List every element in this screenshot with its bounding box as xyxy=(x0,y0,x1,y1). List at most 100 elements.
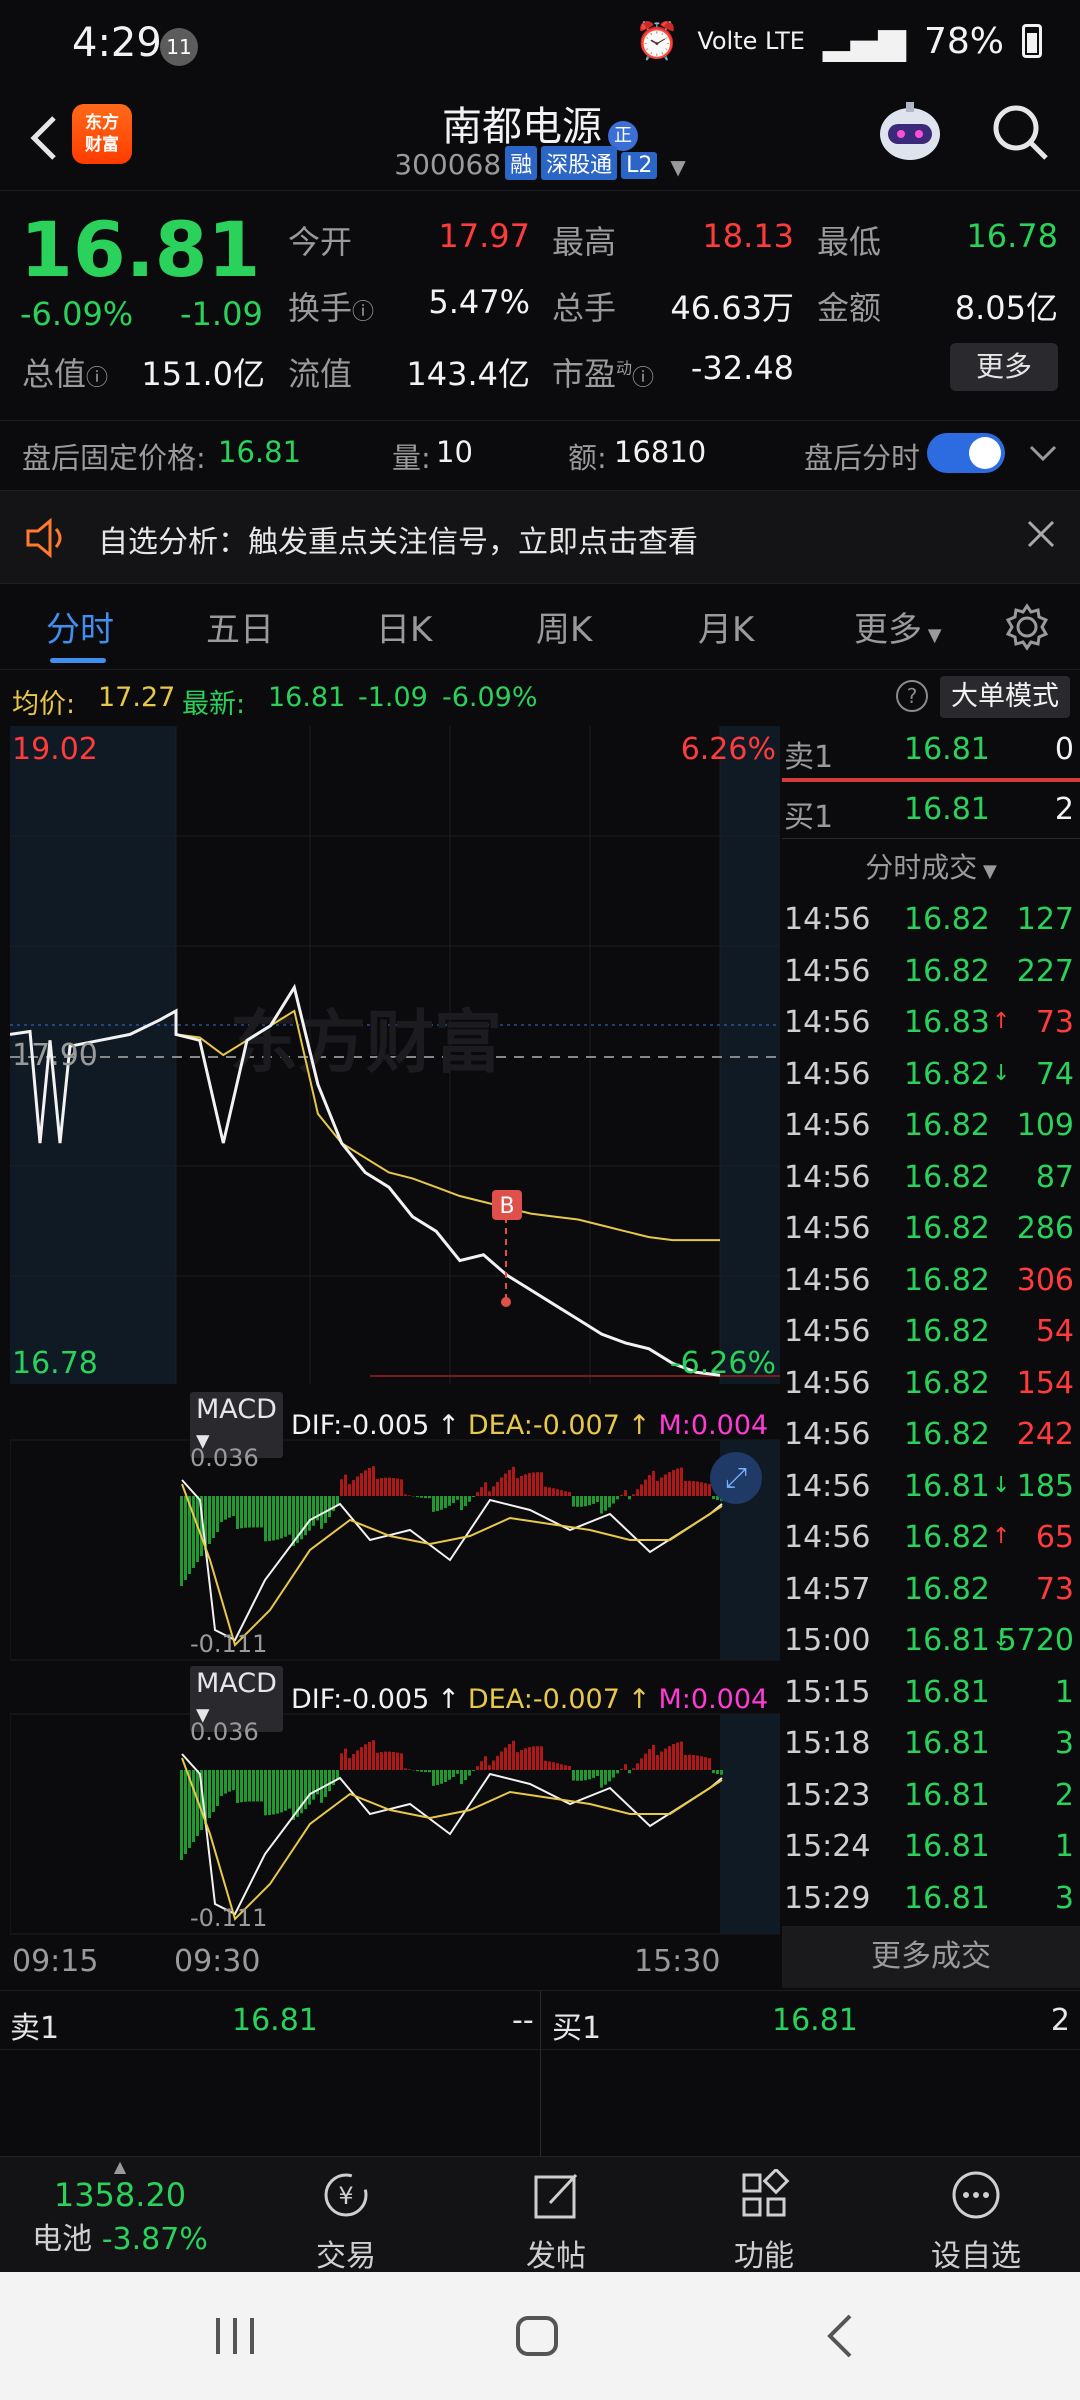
big-order-mode-button[interactable]: 大单模式 xyxy=(940,676,1070,718)
trade-row: 15:29 16.81 3 xyxy=(782,1875,1080,1927)
tab-monthly-k[interactable]: 月K xyxy=(698,602,754,651)
latest-pct: -6.09% xyxy=(442,682,538,713)
trade-time: 15:23 xyxy=(784,1777,871,1813)
trade-row: 14:56 16.82 ↑ 65 xyxy=(782,1514,1080,1566)
search-icon[interactable] xyxy=(988,100,1052,164)
amount-value: 8.05亿 xyxy=(954,289,1058,327)
trade-volume: 2 xyxy=(1054,1777,1074,1813)
signal-icon: ▂▄▆ xyxy=(822,20,906,62)
arrow-up-icon: ↑ xyxy=(627,1409,651,1441)
trade-price: 16.82 xyxy=(904,902,990,937)
x-axis-start: 09:15 xyxy=(12,1944,99,1979)
chart-tabs: 分时 五日 日K 周K 月K 更多 ▼ xyxy=(0,584,1080,670)
trade-volume: 306 xyxy=(1016,1262,1074,1298)
after-hours-label: 盘后固定价格: xyxy=(22,441,206,475)
gear-icon[interactable] xyxy=(1002,602,1052,652)
side-buy1-vol: 2 xyxy=(1054,792,1074,827)
market-cap-label-text: 总值 xyxy=(22,355,87,393)
recent-apps-icon[interactable] xyxy=(210,2314,260,2358)
trade-price: 16.82 xyxy=(904,1571,990,1607)
more-trades-button[interactable]: 更多成交 xyxy=(782,1926,1080,1988)
nav-trade[interactable]: ¥ 交易 xyxy=(276,2169,416,2275)
after-hours-row: 盘后固定价格: 16.81 量: 10 额: 16810 盘后分时 xyxy=(0,420,1080,484)
nav-post[interactable]: 发帖 xyxy=(486,2169,626,2275)
trades-title-text: 分时成交 xyxy=(865,851,978,884)
book-buy-price: 16.81 xyxy=(772,2003,858,2038)
book-buy-label: 买1 xyxy=(552,2011,602,2046)
tab-more[interactable]: 更多 ▼ xyxy=(854,602,942,651)
trade-price: 16.82 xyxy=(904,1520,990,1555)
x-axis-open: 09:30 xyxy=(174,1944,261,1979)
chevron-down-icon[interactable] xyxy=(1028,443,1058,463)
tab-more-label: 更多 xyxy=(854,610,922,650)
macd-header-2: MACD ▾ DIF:-0.005↑ DEA:-0.007↑ M:0.004↓ xyxy=(190,1666,799,1732)
index-ticker[interactable]: ▲ 1358.20 电池 -3.87% xyxy=(0,2157,240,2273)
trade-row: 15:24 16.81 1 xyxy=(782,1823,1080,1875)
side-buy1-price: 16.81 xyxy=(904,792,990,827)
trade-time: 14:56 xyxy=(784,1365,871,1401)
turnover-label[interactable]: 换手ⓘ xyxy=(288,283,374,329)
trade-volume: 286 xyxy=(1016,1211,1074,1246)
nav-functions[interactable]: 功能 xyxy=(694,2167,834,2275)
speaker-icon xyxy=(26,517,62,559)
macd-dif: DIF:-0.005 xyxy=(290,1409,430,1441)
after-hours-vol-label: 量: xyxy=(392,441,431,475)
trade-row: 14:56 16.82 286 xyxy=(782,1205,1080,1257)
trade-time: 14:56 xyxy=(784,1314,871,1349)
home-icon[interactable] xyxy=(512,2312,562,2360)
turnover-label-text: 换手 xyxy=(288,289,353,327)
after-hours-toggle[interactable] xyxy=(927,433,1005,473)
x-axis-close: 15:30 xyxy=(634,1944,721,1979)
tab-daily-k[interactable]: 日K xyxy=(376,602,432,651)
trade-price: 16.81 xyxy=(904,1726,990,1761)
trade-row: 15:15 16.81 1 xyxy=(782,1669,1080,1721)
pe-label-text: 市盈 xyxy=(552,355,617,393)
status-time: 4:29 xyxy=(72,20,162,66)
pe-sup: 动 xyxy=(616,358,633,378)
trade-volume: 154 xyxy=(1016,1365,1074,1401)
alert-bar[interactable]: 自选分析：触发重点关注信号，立即点击查看 xyxy=(0,490,1080,584)
trade-row: 14:56 16.82 109 xyxy=(782,1102,1080,1154)
robot-assistant-icon[interactable] xyxy=(870,98,950,170)
y-axis-top-pct: 6.26% xyxy=(680,732,776,767)
tab-intraday[interactable]: 分时 xyxy=(46,602,114,651)
macd1-bottom: -0.111 xyxy=(190,1630,268,1658)
nav-add-watchlist[interactable]: 设自选 xyxy=(906,2169,1046,2275)
book-buy-vol: 2 xyxy=(1050,2003,1070,2038)
arrow-up-icon: ↑ xyxy=(992,1524,1011,1549)
stock-name[interactable]: 南都电源 xyxy=(442,104,602,150)
avg-label: 均价: xyxy=(12,689,76,720)
macd2-bottom: -0.111 xyxy=(190,1904,268,1932)
trade-icon: ¥ xyxy=(324,2173,368,2217)
trade-volume: 5720 xyxy=(997,1623,1074,1658)
trade-volume: 3 xyxy=(1054,1880,1074,1916)
intraday-chart[interactable]: 东方财富 B 19.02 6.26% 17.90 16.78 -6.26% MA… xyxy=(10,726,799,1986)
y-axis-mid: 17.90 xyxy=(12,1038,98,1073)
high-value: 18.13 xyxy=(702,217,794,255)
trade-price: 16.82 xyxy=(904,1365,990,1401)
pe-label[interactable]: 市盈动ⓘ xyxy=(552,349,654,395)
bottom-nav: ▲ 1358.20 电池 -3.87% ¥ 交易 发帖 功能 设自选 xyxy=(0,2156,1080,2275)
latest-change: -1.09 xyxy=(358,682,428,713)
trade-time: 15:00 xyxy=(784,1623,871,1658)
trade-row: 14:56 16.82 87 xyxy=(782,1154,1080,1206)
trade-price: 16.81 xyxy=(904,1829,990,1864)
low-value: 16.78 xyxy=(966,217,1058,255)
help-icon[interactable]: ? xyxy=(896,680,928,712)
more-button[interactable]: 更多 xyxy=(950,343,1058,391)
more-dots-icon xyxy=(952,2171,1000,2219)
edit-icon xyxy=(534,2173,578,2219)
trades-title[interactable]: 分时成交 ▼ xyxy=(782,846,1080,886)
tab-weekly-k[interactable]: 周K xyxy=(536,602,592,651)
trade-row: 14:56 16.82 242 xyxy=(782,1411,1080,1463)
market-cap-label[interactable]: 总值ⓘ xyxy=(22,349,108,395)
nav-post-label: 发帖 xyxy=(526,2239,586,2274)
tab-five-day[interactable]: 五日 xyxy=(206,602,274,651)
info-icon: ⓘ xyxy=(352,300,375,325)
back-icon[interactable] xyxy=(820,2312,860,2360)
close-icon[interactable] xyxy=(1026,519,1056,549)
expand-icon[interactable]: ⤢ xyxy=(710,1452,762,1504)
trade-time: 14:56 xyxy=(784,1108,871,1143)
trade-price: 16.82 xyxy=(904,1417,990,1452)
svg-text:¥: ¥ xyxy=(338,2182,353,2210)
